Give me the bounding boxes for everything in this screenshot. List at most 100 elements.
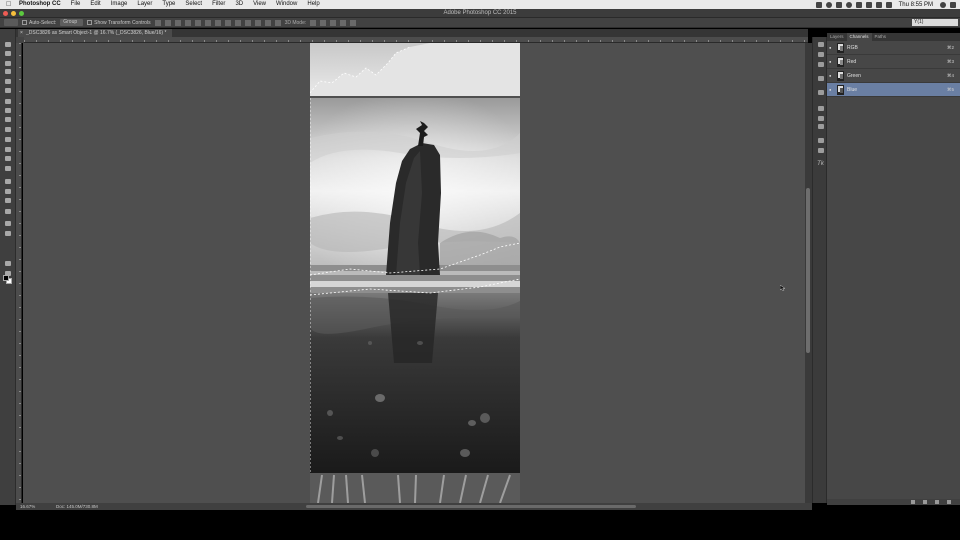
menu-view[interactable]: View [248, 0, 271, 9]
lasso-tool-icon[interactable] [3, 59, 13, 67]
channel-row-green[interactable]: ● Green ⌘4 [827, 69, 960, 83]
distribute-right-icon[interactable] [264, 19, 271, 26]
save-selection-channel-icon[interactable] [923, 500, 927, 504]
distribute-left-icon[interactable] [244, 19, 251, 26]
menu-image[interactable]: Image [106, 0, 133, 9]
delete-channel-icon[interactable] [947, 500, 951, 504]
spotlight-search-icon[interactable] [940, 1, 946, 8]
menu-select[interactable]: Select [180, 0, 207, 9]
canvas-area[interactable] [23, 43, 805, 503]
quick-select-tool-icon[interactable] [3, 67, 13, 75]
vertical-scroll-thumb[interactable] [806, 188, 810, 353]
menu-layer[interactable]: Layer [132, 0, 157, 9]
tool-preset-picker[interactable] [4, 19, 18, 26]
show-transform-option[interactable]: Show Transform Controls [87, 19, 151, 26]
battery-icon[interactable] [885, 1, 892, 8]
healing-brush-tool-icon[interactable] [3, 97, 13, 105]
quick-mask-icon[interactable] [3, 259, 13, 267]
menu-window[interactable]: Window [271, 0, 302, 9]
eyedropper-tool-icon[interactable] [3, 86, 13, 94]
zoom-level-field[interactable]: 16.67% [20, 503, 35, 510]
notification-center-icon[interactable] [950, 1, 956, 8]
distribute-hcenter-icon[interactable] [254, 19, 261, 26]
align-right-icon[interactable] [204, 19, 211, 26]
crop-tool-icon[interactable] [3, 77, 13, 85]
menu-file[interactable]: File [66, 0, 86, 9]
character-icon[interactable] [817, 105, 824, 111]
3d-pan-icon[interactable] [330, 19, 337, 26]
move-tool-icon[interactable] [3, 40, 13, 48]
dodge-tool-icon[interactable] [3, 164, 13, 172]
glyphs-icon[interactable]: Tk [817, 161, 824, 167]
align-bottom-icon[interactable] [174, 19, 181, 26]
tab-layers[interactable]: Layers [827, 33, 847, 41]
menu-filter[interactable]: Filter [207, 0, 230, 9]
close-document-icon[interactable]: × [20, 29, 23, 37]
properties-icon[interactable] [817, 137, 824, 143]
adjustments-icon[interactable] [817, 51, 824, 57]
gradient-tool-icon[interactable] [3, 145, 13, 153]
blur-tool-icon[interactable] [3, 154, 13, 162]
actions-icon[interactable] [817, 75, 824, 81]
styles-icon[interactable] [817, 123, 824, 129]
cloud-icon[interactable] [835, 1, 842, 8]
auto-select-target-select[interactable]: Group [60, 19, 84, 26]
3d-roll-icon[interactable] [320, 19, 327, 26]
workspace-search-field[interactable]: Y(1) [912, 19, 958, 26]
visibility-eye-icon[interactable]: ● [829, 87, 834, 92]
info-icon[interactable] [817, 147, 824, 153]
sea-stack-photo[interactable] [310, 43, 520, 503]
menu-3d[interactable]: 3D [230, 0, 248, 9]
visibility-eye-icon[interactable]: ● [829, 59, 834, 64]
3d-rotate-icon[interactable] [310, 19, 317, 26]
shape-tool-icon[interactable] [3, 207, 13, 215]
document-tab[interactable]: × _DSC3826 as Smart Object-1 @ 16.7% (_D… [18, 29, 173, 37]
hand-tool-icon[interactable] [3, 219, 13, 227]
visibility-eye-icon[interactable]: ● [829, 73, 834, 78]
menu-clock[interactable]: Thu 8:55 PM [896, 2, 936, 8]
menu-edit[interactable]: Edit [85, 0, 105, 9]
auto-select-checkbox[interactable] [22, 19, 27, 25]
volume-icon[interactable] [875, 1, 882, 8]
visibility-eye-icon[interactable]: ● [829, 45, 834, 50]
channel-row-rgb[interactable]: ● RGB ⌘2 [827, 41, 960, 55]
paragraph-icon[interactable] [817, 115, 824, 121]
time-machine-icon[interactable] [845, 1, 852, 8]
pen-tool-icon[interactable] [3, 177, 13, 185]
wifi-icon[interactable] [865, 1, 872, 8]
tab-paths[interactable]: Paths [872, 33, 890, 41]
menu-app-name[interactable]: Photoshop CC [14, 0, 66, 9]
history-icon[interactable] [817, 61, 824, 67]
align-hcenter-icon[interactable] [194, 19, 201, 26]
3d-scale-icon[interactable] [350, 19, 357, 26]
creative-cloud-icon[interactable] [825, 1, 832, 8]
bluetooth-icon[interactable] [855, 1, 862, 8]
apple-menu-icon[interactable]:  [6, 0, 14, 9]
history-brush-tool-icon[interactable] [3, 125, 13, 133]
load-channel-selection-icon[interactable] [911, 500, 915, 504]
clone-stamp-tool-icon[interactable] [3, 115, 13, 123]
zoom-tool-icon[interactable] [3, 229, 13, 237]
path-select-tool-icon[interactable] [3, 196, 13, 204]
foreground-color-swatch[interactable] [3, 275, 9, 281]
menu-type[interactable]: Type [157, 0, 180, 9]
dropbox-icon[interactable] [815, 1, 822, 8]
distribute-vcenter-icon[interactable] [224, 19, 231, 26]
document-canvas[interactable] [310, 43, 520, 503]
canvas-horizontal-scrollbar[interactable] [306, 505, 636, 508]
vertical-ruler[interactable] [16, 43, 22, 503]
align-vcenter-icon[interactable] [164, 19, 171, 26]
show-transform-checkbox[interactable] [87, 19, 93, 25]
auto-align-icon[interactable] [274, 19, 281, 26]
distribute-bottom-icon[interactable] [234, 19, 241, 26]
align-left-icon[interactable] [184, 19, 191, 26]
new-channel-icon[interactable] [935, 500, 939, 504]
channel-row-red[interactable]: ● Red ⌘3 [827, 55, 960, 69]
3d-slide-icon[interactable] [340, 19, 347, 26]
play-icon[interactable] [817, 89, 824, 95]
tab-channels[interactable]: Channels [846, 33, 872, 41]
channel-row-blue[interactable]: ● Blue ⌘5 [827, 83, 960, 97]
brush-tool-icon[interactable] [3, 106, 13, 114]
type-tool-icon[interactable] [3, 187, 13, 195]
menu-help[interactable]: Help [302, 0, 324, 9]
